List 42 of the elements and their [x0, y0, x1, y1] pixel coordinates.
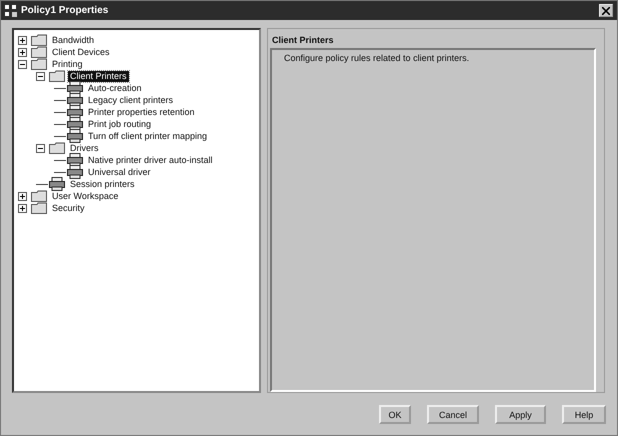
- dialog-button[interactable]: OK: [379, 405, 411, 424]
- dialog-button[interactable]: Cancel: [427, 405, 479, 424]
- description-text: Configure policy rules related to client printers.: [284, 53, 470, 63]
- tree-item[interactable]: Bandwidth: [50, 34, 96, 46]
- tree-item[interactable]: Session printers: [68, 178, 137, 190]
- folder-icon: [49, 142, 65, 154]
- app-icon: [5, 4, 17, 16]
- tree-item[interactable]: Security: [50, 202, 87, 214]
- expander-icon[interactable]: [36, 72, 45, 80]
- expander-icon[interactable]: [18, 36, 27, 44]
- printer-icon: [67, 129, 83, 143]
- tree-item[interactable]: Native printer driver auto-install: [86, 154, 215, 166]
- close-button[interactable]: [599, 4, 613, 17]
- folder-icon: [31, 202, 47, 214]
- close-icon: [602, 6, 610, 14]
- folder-icon: [31, 190, 47, 202]
- folder-icon: [31, 34, 47, 46]
- tree-item[interactable]: Print job routing: [86, 118, 154, 130]
- expander-icon[interactable]: [36, 144, 45, 152]
- dialog-button[interactable]: Help: [562, 405, 606, 424]
- expander-icon[interactable]: [18, 48, 27, 56]
- tree-item[interactable]: Printer properties retention: [86, 106, 197, 118]
- tree-item[interactable]: Universal driver: [86, 166, 153, 178]
- printer-icon: [49, 177, 65, 191]
- tree-item[interactable]: Legacy client printers: [86, 94, 176, 106]
- folder-icon: [49, 70, 65, 82]
- dialog-button[interactable]: Apply: [495, 405, 546, 424]
- expander-icon[interactable]: [18, 192, 27, 200]
- folder-icon: [31, 58, 47, 70]
- window-title: Policy1 Properties: [21, 5, 110, 16]
- tree-item[interactable]: Printing: [50, 58, 85, 70]
- tree-item[interactable]: Client Printers: [68, 70, 129, 82]
- printer-icon: [67, 165, 83, 179]
- expander-icon[interactable]: [18, 204, 27, 212]
- tree-item[interactable]: Auto-creation: [86, 82, 144, 94]
- expander-icon[interactable]: [18, 60, 27, 68]
- folder-icon: [31, 46, 47, 58]
- tree-item[interactable]: Turn off client printer mapping: [86, 130, 210, 142]
- tree-item[interactable]: User Workspace: [50, 190, 120, 202]
- tree-item[interactable]: Drivers: [68, 142, 100, 154]
- tree-item[interactable]: Client Devices: [50, 46, 112, 58]
- section-title: Client Printers: [271, 34, 335, 47]
